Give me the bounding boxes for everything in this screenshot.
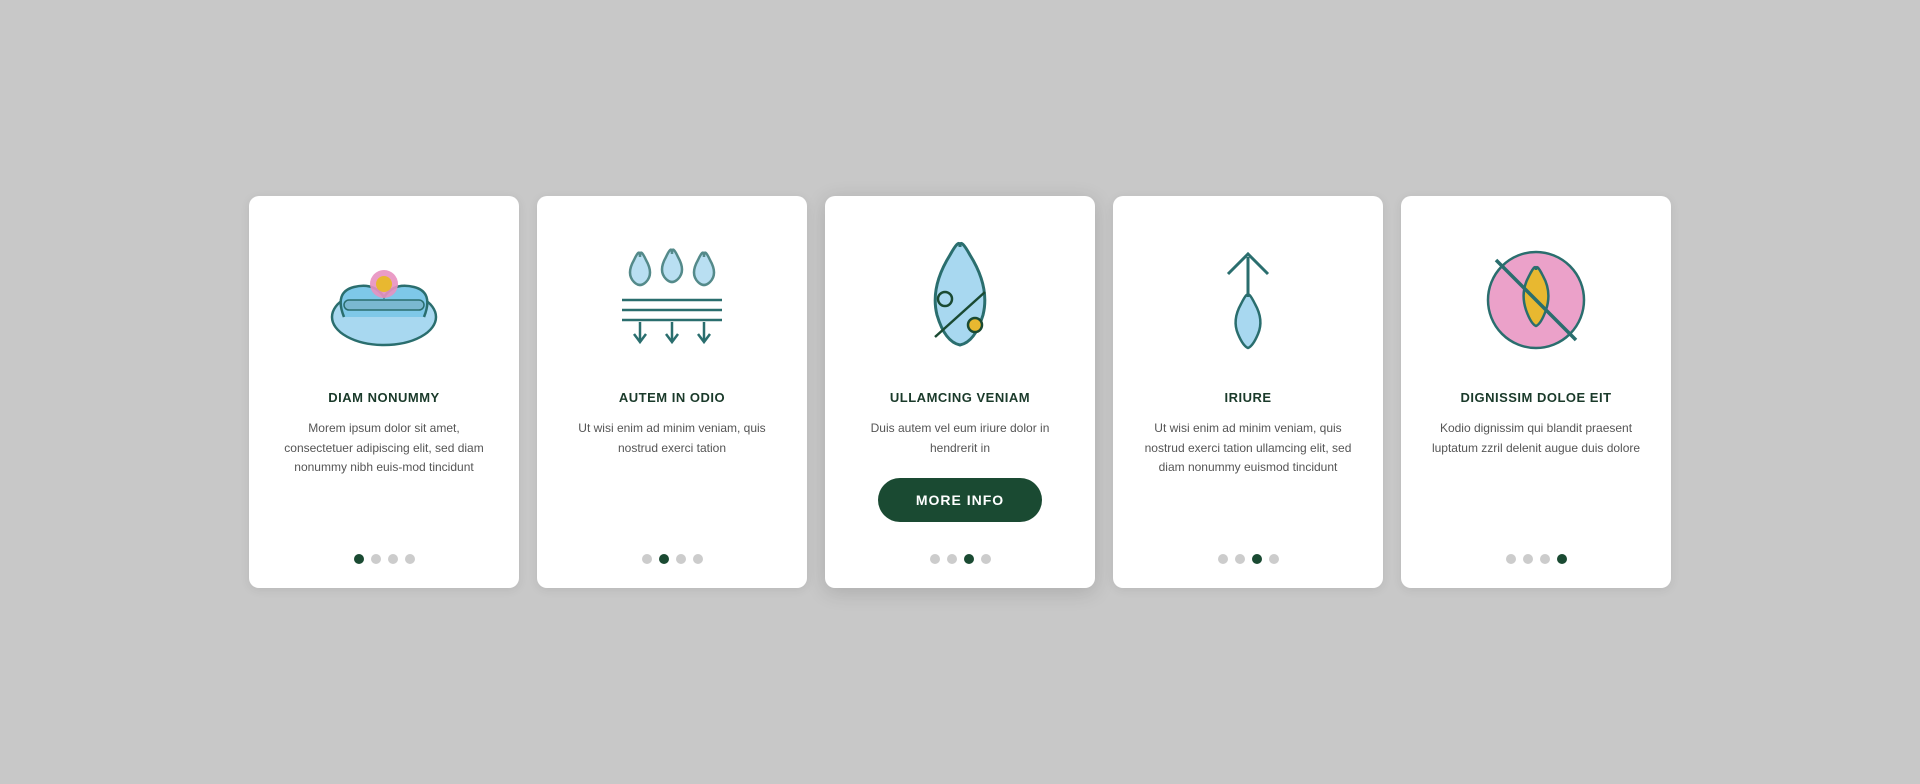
dot bbox=[388, 554, 398, 564]
dot bbox=[1557, 554, 1567, 564]
card-4-text: Ut wisi enim ad minim veniam, quis nostr… bbox=[1137, 419, 1359, 519]
dot bbox=[1523, 554, 1533, 564]
dot bbox=[1269, 554, 1279, 564]
card-1: DIAM NONUMMY Morem ipsum dolor sit amet,… bbox=[249, 196, 519, 587]
dot bbox=[1218, 554, 1228, 564]
dot bbox=[981, 554, 991, 564]
card-4-dots bbox=[1218, 540, 1279, 564]
diaper-icon bbox=[319, 232, 449, 362]
more-info-button[interactable]: MORE INFO bbox=[878, 478, 1042, 522]
cards-container: DIAM NONUMMY Morem ipsum dolor sit amet,… bbox=[189, 156, 1731, 627]
dot bbox=[676, 554, 686, 564]
card-3-title: ULLAMCING VENIAM bbox=[890, 390, 1030, 405]
dot bbox=[642, 554, 652, 564]
card-1-dots bbox=[354, 540, 415, 564]
dot bbox=[930, 554, 940, 564]
dot bbox=[659, 554, 669, 564]
card-3-text: Duis autem vel eum iriure dolor in hendr… bbox=[849, 419, 1071, 457]
card-4-title: IRIURE bbox=[1224, 390, 1271, 405]
dot bbox=[964, 554, 974, 564]
dot bbox=[693, 554, 703, 564]
card-2-text: Ut wisi enim ad minim veniam, quis nostr… bbox=[561, 419, 783, 519]
drop-arrow-icon bbox=[1183, 232, 1313, 362]
card-5: DIGNISSIM DOLOE EIT Kodio dignissim qui … bbox=[1401, 196, 1671, 587]
dot bbox=[1235, 554, 1245, 564]
dot bbox=[1540, 554, 1550, 564]
card-2-dots bbox=[642, 540, 703, 564]
card-1-text: Morem ipsum dolor sit amet, consectetuer… bbox=[273, 419, 495, 519]
dot bbox=[947, 554, 957, 564]
card-2-title: AUTEM IN ODIO bbox=[619, 390, 725, 405]
dot bbox=[405, 554, 415, 564]
dot bbox=[1252, 554, 1262, 564]
card-2: AUTEM IN ODIO Ut wisi enim ad minim veni… bbox=[537, 196, 807, 587]
dot bbox=[371, 554, 381, 564]
card-3-dots bbox=[930, 540, 991, 564]
card-5-text: Kodio dignissim qui blandit praesent lup… bbox=[1425, 419, 1647, 519]
card-5-title: DIGNISSIM DOLOE EIT bbox=[1460, 390, 1611, 405]
card-4: IRIURE Ut wisi enim ad minim veniam, qui… bbox=[1113, 196, 1383, 587]
drop-blocked-icon bbox=[1471, 232, 1601, 362]
dot bbox=[354, 554, 364, 564]
dot bbox=[1506, 554, 1516, 564]
card-1-title: DIAM NONUMMY bbox=[328, 390, 439, 405]
water-drops-icon bbox=[607, 232, 737, 362]
card-5-dots bbox=[1506, 540, 1567, 564]
drop-percent-icon bbox=[895, 232, 1025, 362]
card-3: ULLAMCING VENIAM Duis autem vel eum iriu… bbox=[825, 196, 1095, 587]
